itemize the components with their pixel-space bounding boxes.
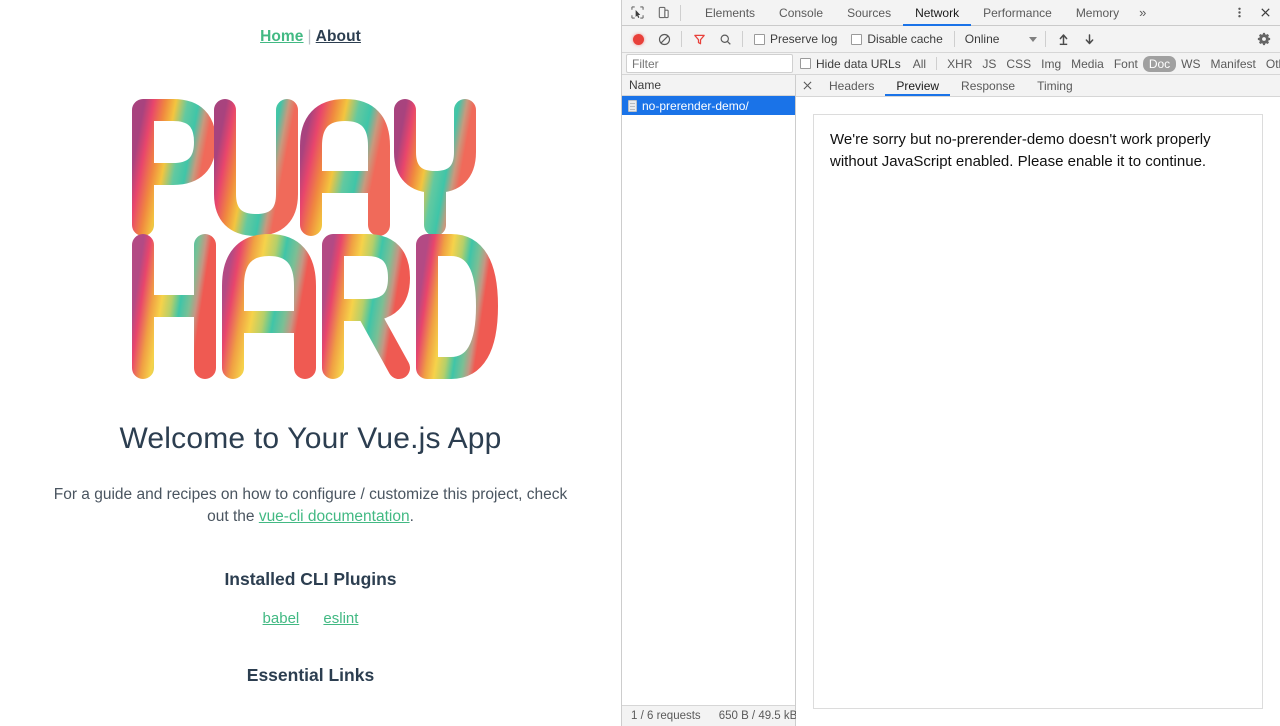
page-title: Welcome to Your Vue.js App [119, 422, 502, 455]
filter-type-font[interactable]: Font [1109, 57, 1143, 71]
filter-type-xhr[interactable]: XHR [942, 57, 977, 71]
clear-icon[interactable] [651, 27, 677, 51]
nav-link-about[interactable]: About [316, 28, 361, 45]
filter-type-css[interactable]: CSS [1001, 57, 1036, 71]
divider [1045, 31, 1047, 47]
import-har-icon[interactable] [1050, 27, 1076, 51]
plugin-link-eslint[interactable]: eslint [323, 610, 358, 627]
tab-memory[interactable]: Memory [1064, 0, 1131, 26]
vue-cli-docs-link[interactable]: vue-cli documentation [259, 508, 410, 525]
browser-page-viewport: Home | About Welcome to Your Vue.js App … [0, 0, 621, 726]
detail-tab-preview[interactable]: Preview [885, 75, 950, 96]
devtools-panel: Elements Console Sources Network Perform… [621, 0, 1280, 726]
filter-type-manifest[interactable]: Manifest [1206, 57, 1261, 71]
installed-plugins-list: babel eslint [0, 610, 621, 627]
screen-root: Home | About Welcome to Your Vue.js App … [0, 0, 1280, 726]
request-name: no-prerender-demo/ [642, 98, 749, 113]
plugin-link-babel[interactable]: babel [263, 610, 300, 627]
checkbox-box [800, 58, 811, 69]
network-toolbar: Preserve log Disable cache Online [622, 26, 1280, 53]
installed-plugins-heading: Installed CLI Plugins [224, 569, 397, 589]
divider [742, 31, 743, 47]
vue-app-content: Home | About Welcome to Your Vue.js App … [0, 0, 621, 686]
settings-gear-icon[interactable] [1251, 27, 1277, 51]
network-throttling-select[interactable]: Online [959, 32, 1042, 46]
play-hard-logo-svg [131, 99, 498, 379]
filter-type-js[interactable]: JS [977, 57, 1001, 71]
list-item: eslint [323, 610, 358, 627]
document-icon [628, 99, 637, 112]
disable-cache-label: Disable cache [867, 32, 943, 46]
table-row[interactable]: no-prerender-demo/ [622, 96, 795, 115]
network-filter-bar: Hide data URLs All XHR JS CSS Img Media … [622, 53, 1280, 75]
throttle-value: Online [964, 32, 1000, 46]
devtools-header: Elements Console Sources Network Perform… [622, 0, 1280, 26]
tab-sources[interactable]: Sources [835, 0, 903, 26]
status-requests-count: 1 / 6 requests [631, 710, 701, 722]
search-icon[interactable] [712, 27, 738, 51]
detail-tab-response[interactable]: Response [950, 75, 1026, 96]
request-detail-pane: Headers Preview Response Timing We're so… [796, 75, 1280, 726]
intro-paragraph: For a guide and recipes on how to config… [0, 484, 621, 528]
filter-type-doc[interactable]: Doc [1142, 55, 1177, 72]
checkbox-box [851, 33, 863, 45]
tab-console[interactable]: Console [767, 0, 835, 26]
filter-type-all[interactable]: All [908, 57, 931, 71]
close-detail-icon[interactable] [796, 75, 818, 96]
close-icon[interactable] [1252, 1, 1278, 25]
detail-tab-strip: Headers Preview Response Timing [796, 75, 1280, 97]
network-status-bar: 1 / 6 requests 650 B / 49.5 kB [622, 705, 797, 726]
request-list-pane: Name no-prerender-demo/ 1 / 6 requests 6… [622, 75, 797, 726]
devtools-header-actions [1226, 1, 1278, 25]
site-nav: Home | About [0, 28, 621, 52]
request-column-header-name: Name [622, 75, 795, 96]
tab-elements[interactable]: Elements [693, 0, 767, 26]
divider [680, 4, 681, 21]
essential-links-heading: Essential Links [246, 665, 375, 685]
divider [681, 31, 682, 47]
disable-cache-checkbox[interactable]: Disable cache [844, 32, 949, 46]
preserve-log-checkbox[interactable]: Preserve log [747, 32, 844, 46]
filter-type-other[interactable]: Other [1261, 57, 1280, 71]
divider [936, 57, 938, 70]
network-body: Name no-prerender-demo/ 1 / 6 requests 6… [622, 75, 1280, 726]
more-tabs-icon[interactable]: » [1131, 0, 1154, 26]
kebab-menu-icon[interactable] [1226, 1, 1252, 25]
intro-text-period: . [409, 508, 414, 525]
filter-type-img[interactable]: Img [1036, 57, 1066, 71]
chevron-down-icon [1029, 36, 1038, 42]
detail-tab-timing[interactable]: Timing [1026, 75, 1084, 96]
intro-text-line1: For a guide and recipes on how to config… [53, 486, 523, 503]
nav-link-home[interactable]: Home [260, 28, 303, 45]
play-hard-logo [0, 90, 621, 380]
preserve-log-label: Preserve log [770, 32, 838, 46]
inspect-element-icon[interactable] [624, 1, 650, 25]
tab-network[interactable]: Network [903, 0, 971, 26]
filter-type-ws[interactable]: WS [1176, 57, 1205, 71]
detail-tab-headers[interactable]: Headers [818, 75, 885, 96]
preview-noscript-message: We're sorry but no-prerender-demo doesn'… [813, 114, 1263, 709]
filter-input[interactable] [626, 54, 793, 73]
tab-performance[interactable]: Performance [971, 0, 1064, 26]
checkbox-box [754, 33, 765, 45]
status-transferred-size: 650 B / 49.5 kB [718, 710, 798, 722]
list-item: babel [263, 610, 300, 627]
filter-type-media[interactable]: Media [1066, 57, 1109, 71]
hide-data-urls-checkbox[interactable]: Hide data URLs [793, 57, 908, 71]
record-button-icon[interactable] [625, 27, 651, 51]
request-list-scroll[interactable]: no-prerender-demo/ [622, 96, 795, 705]
preview-content-area: We're sorry but no-prerender-demo doesn'… [796, 97, 1280, 726]
hide-data-urls-label: Hide data URLs [816, 56, 901, 71]
export-har-icon[interactable] [1076, 27, 1102, 51]
devtools-tab-strip: Elements Console Sources Network Perform… [693, 0, 1154, 26]
device-toolbar-icon[interactable] [650, 1, 676, 25]
nav-separator: | [307, 28, 312, 45]
filter-funnel-icon[interactable] [686, 27, 712, 51]
divider [953, 31, 955, 47]
